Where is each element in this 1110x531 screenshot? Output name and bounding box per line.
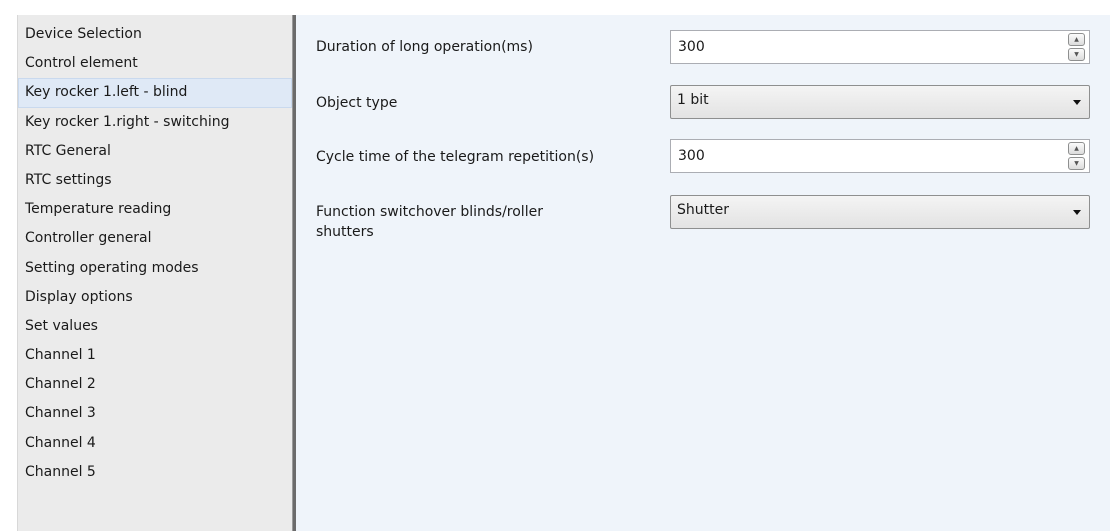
parameter-panel: Duration of long operation(ms) ▲ ▼ Objec… bbox=[296, 15, 1110, 531]
object-type-value: 1 bit bbox=[677, 92, 709, 108]
spin-down-icon[interactable]: ▼ bbox=[1068, 157, 1085, 170]
cycle-time-label: Cycle time of the telegram repetition(s) bbox=[316, 149, 595, 165]
sidebar-item-controller-general[interactable]: Controller general bbox=[18, 224, 292, 253]
sidebar-item-display-options[interactable]: Display options bbox=[18, 283, 292, 312]
sidebar-item-channel-3[interactable]: Channel 3 bbox=[18, 399, 292, 428]
sidebar-item-channel-1[interactable]: Channel 1 bbox=[18, 341, 292, 370]
function-switchover-value: Shutter bbox=[677, 202, 729, 218]
sidebar-item-temperature-reading[interactable]: Temperature reading bbox=[18, 195, 292, 224]
parameter-page-list: Device Selection Control element Key roc… bbox=[17, 15, 292, 531]
cycle-time-spin-buttons: ▲ ▼ bbox=[1068, 142, 1085, 170]
spin-down-icon[interactable]: ▼ bbox=[1068, 48, 1085, 61]
sidebar-item-device-selection[interactable]: Device Selection bbox=[18, 20, 292, 49]
object-type-dropdown[interactable]: 1 bit bbox=[670, 85, 1090, 119]
sidebar-item-rtc-settings[interactable]: RTC settings bbox=[18, 166, 292, 195]
long-operation-spin-buttons: ▲ ▼ bbox=[1068, 33, 1085, 61]
parameter-window: Device Selection Control element Key roc… bbox=[0, 0, 1110, 531]
chevron-down-icon bbox=[1073, 100, 1081, 105]
spin-up-icon[interactable]: ▲ bbox=[1068, 142, 1085, 155]
long-operation-label: Duration of long operation(ms) bbox=[316, 39, 533, 55]
function-switchover-label-line-2: shutters bbox=[316, 224, 374, 240]
cycle-time-spinbox: ▲ ▼ bbox=[670, 139, 1090, 173]
sidebar-item-rtc-general[interactable]: RTC General bbox=[18, 137, 292, 166]
sidebar-item-key-rocker-1-left-blind[interactable]: Key rocker 1.left - blind bbox=[18, 78, 292, 108]
sidebar-item-channel-5[interactable]: Channel 5 bbox=[18, 458, 292, 487]
function-switchover-label: Function switchover blinds/roller shutte… bbox=[316, 202, 543, 242]
sidebar-item-set-values[interactable]: Set values bbox=[18, 312, 292, 341]
object-type-label: Object type bbox=[316, 95, 398, 111]
sidebar-item-key-rocker-1-right-switching[interactable]: Key rocker 1.right - switching bbox=[18, 108, 292, 137]
function-switchover-dropdown[interactable]: Shutter bbox=[670, 195, 1090, 229]
sidebar-item-channel-2[interactable]: Channel 2 bbox=[18, 370, 292, 399]
sidebar-item-setting-operating-modes[interactable]: Setting operating modes bbox=[18, 254, 292, 283]
chevron-down-icon bbox=[1073, 210, 1081, 215]
sidebar-item-channel-4[interactable]: Channel 4 bbox=[18, 429, 292, 458]
cycle-time-input[interactable] bbox=[671, 140, 1051, 172]
long-operation-input[interactable] bbox=[671, 31, 1051, 63]
function-switchover-label-line-1: Function switchover blinds/roller bbox=[316, 204, 543, 220]
long-operation-spinbox: ▲ ▼ bbox=[670, 30, 1090, 64]
sidebar-item-control-element[interactable]: Control element bbox=[18, 49, 292, 78]
spin-up-icon[interactable]: ▲ bbox=[1068, 33, 1085, 46]
